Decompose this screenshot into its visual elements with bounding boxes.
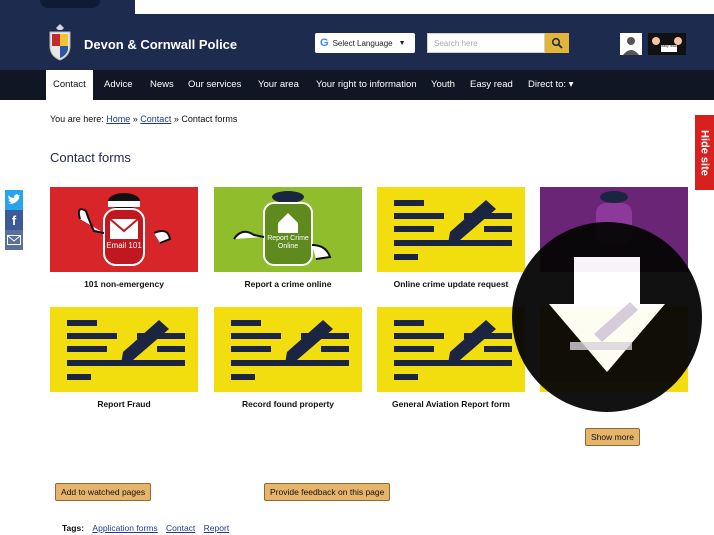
police-officer-email-icon — [77, 193, 172, 266]
search-button[interactable] — [545, 33, 569, 53]
header-strip — [135, 0, 714, 14]
card-general-aviation-report[interactable]: General Aviation Report form — [377, 307, 525, 409]
tag-link[interactable]: Contact — [166, 523, 195, 533]
page-title: Contact forms — [50, 150, 131, 165]
nav-item-easy-read[interactable]: Easy read — [470, 70, 513, 100]
email-icon[interactable] — [5, 230, 23, 250]
breadcrumb: You are here: Home » Contact » Contact f… — [50, 114, 237, 124]
form-document-icon — [231, 320, 349, 380]
form-document-icon — [394, 320, 512, 380]
easy-read-label: easy read — [661, 44, 677, 48]
card-image: Report Crime Online — [214, 187, 362, 272]
search-icon — [551, 37, 563, 49]
language-select[interactable]: G Select Language ▼ — [315, 33, 415, 53]
card-report-crime-online[interactable]: Report Crime Online Report a crime onlin… — [214, 187, 362, 289]
main-nav: Contact Advice News Our services Your ar… — [0, 70, 714, 100]
download-arrow-icon — [549, 257, 665, 372]
card-label[interactable]: Online crime update request — [377, 279, 525, 289]
nav-item-news[interactable]: News — [150, 70, 174, 100]
brand-name[interactable]: Devon & Cornwall Police — [84, 37, 237, 52]
provide-feedback-button[interactable]: Provide feedback on this page — [264, 483, 391, 501]
police-crest-icon[interactable] — [46, 22, 74, 62]
breadcrumb-current: Contact forms — [181, 114, 238, 124]
card-image — [377, 307, 525, 392]
tags-list: Tags: Application forms Contact Report — [62, 523, 229, 533]
card-report-fraud[interactable]: Report Fraud — [50, 307, 198, 409]
nav-item-youth[interactable]: Youth — [431, 70, 455, 100]
breadcrumb-contact[interactable]: Contact — [140, 114, 171, 124]
nav-item-right-to-information[interactable]: Your right to information — [316, 70, 417, 100]
language-label: Select Language — [332, 38, 393, 48]
card-image — [214, 307, 362, 392]
nav-item-your-area[interactable]: Your area — [258, 70, 299, 100]
facebook-icon[interactable]: f — [5, 210, 23, 230]
tag-link[interactable]: Report — [204, 523, 230, 533]
breadcrumb-separator: » — [173, 114, 179, 124]
social-share: f — [5, 190, 23, 250]
twitter-icon[interactable] — [5, 190, 23, 210]
card-image: Email 101 — [50, 187, 198, 272]
card-image — [50, 307, 198, 392]
card-record-found-property[interactable]: Record found property — [214, 307, 362, 409]
breadcrumb-separator: » — [132, 114, 138, 124]
tags-label: Tags: — [62, 523, 85, 533]
search-input[interactable]: Search here — [427, 33, 545, 53]
show-more-button[interactable]: Show more — [585, 428, 640, 446]
form-document-icon — [67, 320, 185, 380]
account-icon[interactable] — [620, 33, 642, 55]
google-icon: G — [320, 37, 329, 49]
breadcrumb-prefix: You are here: — [50, 114, 104, 124]
add-to-watched-pages-button[interactable]: Add to watched pages — [55, 483, 152, 501]
header-corner — [40, 0, 100, 8]
card-image — [377, 187, 525, 272]
nav-item-direct-to[interactable]: Direct to: ▾ — [528, 70, 573, 100]
easy-read-icon[interactable]: easy read — [648, 33, 686, 55]
nav-item-advice[interactable]: Advice — [104, 70, 133, 100]
card-online-crime-update[interactable]: Online crime update request — [377, 187, 525, 289]
chevron-down-icon: ▼ — [398, 39, 406, 47]
download-overlay[interactable] — [512, 222, 702, 412]
breadcrumb-home[interactable]: Home — [106, 114, 130, 124]
card-image-text: Email 101 — [106, 241, 142, 250]
card-label[interactable]: General Aviation Report form — [377, 399, 525, 409]
nav-item-contact[interactable]: Contact — [46, 70, 93, 100]
card-label[interactable]: Report Fraud — [50, 399, 198, 409]
police-officer-home-icon — [233, 191, 332, 266]
card-label[interactable]: Record found property — [214, 399, 362, 409]
tag-link[interactable]: Application forms — [92, 523, 157, 533]
nav-item-our-services[interactable]: Our services — [188, 70, 241, 100]
card-label[interactable]: 101 non-emergency — [50, 279, 198, 289]
card-label[interactable]: Report a crime online — [214, 279, 362, 289]
form-document-icon — [394, 200, 512, 260]
card-101-non-emergency[interactable]: Email 101 101 non-emergency — [50, 187, 198, 289]
hide-site-button[interactable]: Hide site — [695, 115, 714, 190]
card-image-text: Report Crime Online — [267, 235, 309, 250]
